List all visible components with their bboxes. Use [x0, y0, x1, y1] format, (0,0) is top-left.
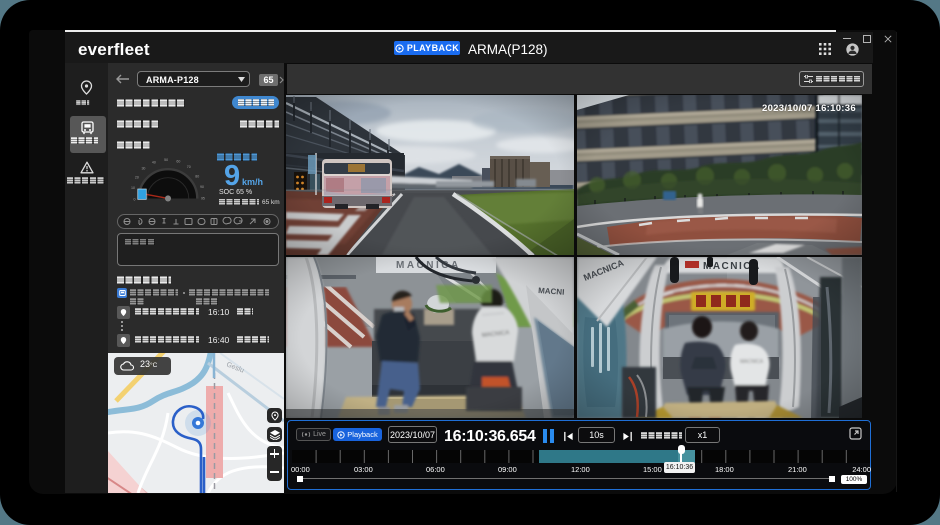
svg-text:70: 70: [187, 165, 191, 169]
svg-text:0: 0: [133, 197, 135, 201]
svg-text:50: 50: [164, 158, 168, 162]
svg-text:30: 30: [141, 167, 145, 171]
svg-text:80: 80: [195, 175, 199, 179]
svg-text:95: 95: [201, 196, 205, 200]
svg-text:10: 10: [131, 186, 135, 190]
svg-text:40: 40: [152, 161, 156, 165]
svg-text:20: 20: [135, 176, 139, 180]
svg-text:90: 90: [200, 185, 204, 189]
svg-text:60: 60: [176, 160, 180, 164]
